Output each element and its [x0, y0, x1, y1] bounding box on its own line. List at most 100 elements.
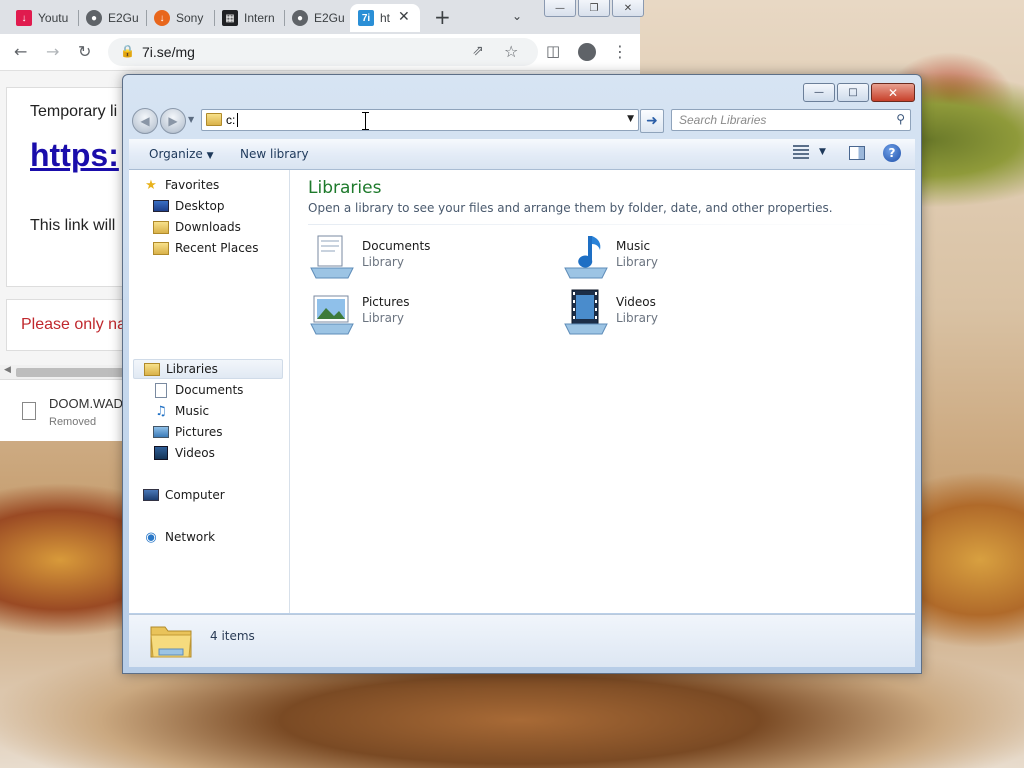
reload-icon[interactable]: ↻ [78, 42, 91, 61]
bookmark-star-icon[interactable]: ☆ [504, 42, 518, 61]
help-icon[interactable]: ? [883, 144, 901, 162]
nav-network[interactable]: ◉ Network [143, 527, 215, 547]
minimize-icon[interactable]: — [803, 83, 835, 102]
download-icon: ↓ [154, 10, 170, 26]
scroll-thumb[interactable] [16, 368, 126, 377]
library-documents[interactable]: Documents Library [308, 232, 538, 284]
temporary-link-label: Temporary li [30, 103, 118, 120]
libraries-folder-icon [150, 626, 192, 658]
nav-videos[interactable]: Videos [153, 443, 215, 463]
address-bar[interactable]: 🔒 7i.se/mg ⇗ ☆ [108, 38, 538, 66]
url-text: 7i.se/mg [142, 44, 195, 60]
nav-label: Network [165, 530, 216, 544]
explorer-window: — □ ✕ ◀ ▶ ▼ c: ▼ ➜ Search Libraries ⚲ Or… [122, 74, 922, 674]
new-library-button[interactable]: New library [240, 147, 309, 161]
maximize-icon[interactable]: □ [837, 83, 869, 102]
library-type: Library [616, 255, 658, 269]
new-tab-icon[interactable]: + [434, 5, 451, 29]
status-bar: 4 items [129, 614, 915, 667]
warning-text: Please only na [21, 316, 126, 333]
library-name: Documents [362, 239, 431, 253]
documents-library-icon [310, 235, 354, 279]
tab-label: E2Gu [314, 11, 345, 25]
go-arrow-icon: ➜ [646, 113, 658, 129]
nav-documents[interactable]: Documents [153, 380, 243, 400]
downloads-folder-icon [153, 220, 169, 234]
desktop-icon [153, 199, 169, 213]
back-arrow-icon: ◀ [140, 114, 150, 128]
preview-pane-icon[interactable] [849, 146, 865, 160]
nav-label: Downloads [175, 220, 241, 234]
pictures-icon [153, 425, 169, 439]
nav-favorites[interactable]: ★ Favorites [143, 175, 219, 195]
nav-libraries[interactable]: Libraries [133, 359, 283, 379]
tab-e2gu-1[interactable]: ● E2Gu [78, 4, 140, 32]
globe-icon: ● [292, 10, 308, 26]
view-dropdown-icon[interactable]: ▼ [819, 147, 826, 157]
nav-pictures[interactable]: Pictures [153, 422, 223, 442]
tab-label: Intern [244, 11, 275, 25]
share-icon[interactable]: ⇗ [472, 43, 484, 59]
close-icon[interactable]: ✕ [871, 83, 915, 102]
search-icon[interactable]: ⚲ [896, 112, 905, 126]
library-name: Pictures [362, 295, 410, 309]
nav-desktop[interactable]: Desktop [153, 196, 225, 216]
library-name: Music [616, 239, 651, 253]
tab-search-chevron-icon[interactable]: ⌄ [512, 9, 522, 23]
forward-button[interactable]: ▶ [160, 108, 186, 134]
nav-downloads[interactable]: Downloads [153, 217, 241, 237]
download-status: Removed [49, 416, 97, 428]
text-caret [237, 113, 238, 127]
library-videos[interactable]: Videos Library [562, 288, 792, 340]
address-input[interactable]: c: ▼ [201, 109, 639, 131]
back-arrow-icon[interactable]: ← [14, 42, 27, 61]
temporary-link[interactable]: https: [30, 137, 119, 174]
browser-window-controls: — ❐ ✕ [544, 0, 644, 17]
library-type: Library [362, 255, 404, 269]
item-count: 4 items [210, 629, 255, 643]
tab-sony[interactable]: ↓ Sony [146, 4, 210, 32]
tab-youtube[interactable]: ↓ Youtu [8, 4, 74, 32]
recent-places-icon [153, 241, 169, 255]
address-dropdown-icon[interactable]: ▼ [627, 114, 634, 124]
forward-arrow-icon[interactable]: → [46, 42, 59, 61]
videos-icon [153, 446, 169, 460]
address-value[interactable]: c: [226, 113, 235, 127]
side-panel-icon[interactable]: ◫ [546, 42, 560, 60]
search-input[interactable]: Search Libraries ⚲ [671, 109, 911, 131]
tab-internet-archive[interactable]: ▦ Intern [214, 4, 278, 32]
minimize-icon[interactable]: — [544, 0, 576, 17]
nav-music[interactable]: ♫ Music [153, 401, 209, 421]
library-pictures[interactable]: Pictures Library [308, 288, 538, 340]
recent-pages-chevron-icon[interactable]: ▼ [188, 115, 194, 124]
profile-avatar-icon[interactable] [578, 43, 596, 61]
nav-computer[interactable]: Computer [143, 485, 225, 505]
nav-label: Desktop [175, 199, 225, 213]
music-library-icon [564, 236, 608, 279]
globe-icon: ● [86, 10, 102, 26]
library-type: Library [616, 311, 658, 325]
menu-kebab-icon[interactable]: ⋮ [612, 42, 628, 61]
tab-strip: ↓ Youtu ● E2Gu ↓ Sony ▦ Intern ● E2Gu 7i… [0, 0, 644, 34]
organize-button[interactable]: Organize ▼ [149, 147, 214, 161]
forward-arrow-icon: ▶ [168, 114, 178, 128]
tab-close-icon[interactable]: ✕ [398, 9, 410, 25]
scroll-left-icon[interactable]: ◀ [4, 365, 11, 375]
restore-icon[interactable]: ❐ [578, 0, 610, 17]
download-filename[interactable]: DOOM.WAD [49, 396, 123, 411]
go-button[interactable]: ➜ [640, 109, 664, 133]
tab-label: Sony [176, 11, 204, 25]
back-button[interactable]: ◀ [132, 108, 158, 134]
library-type: Library [362, 311, 404, 325]
change-view-icon[interactable] [793, 145, 809, 159]
lock-icon: 🔒 [120, 44, 135, 58]
videos-library-icon [564, 289, 608, 335]
close-icon[interactable]: ✕ [612, 0, 644, 17]
nav-label: Videos [175, 446, 215, 460]
tab-e2gu-2[interactable]: ● E2Gu [284, 4, 346, 32]
command-bar: Organize ▼ New library ▼ ? [129, 139, 915, 170]
libraries-icon [144, 362, 160, 376]
library-music[interactable]: Music Library [562, 232, 792, 284]
nav-recent-places[interactable]: Recent Places [153, 238, 258, 258]
download-icon: ↓ [16, 10, 32, 26]
